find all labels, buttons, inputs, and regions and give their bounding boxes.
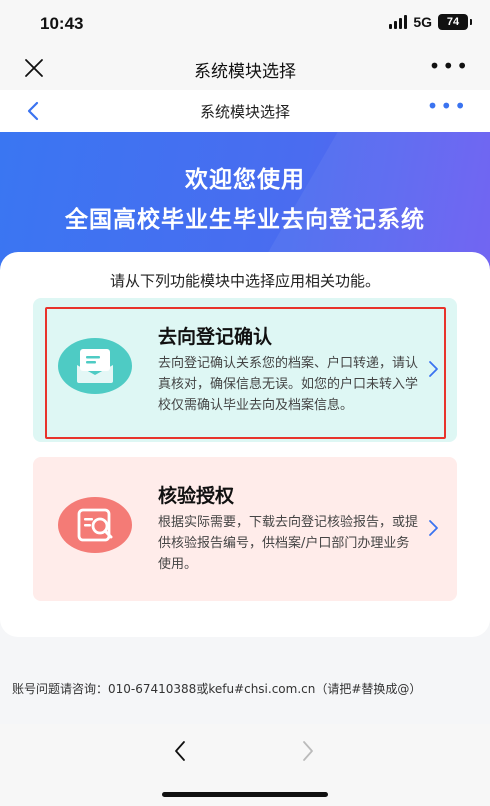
- status-time: 10:43: [40, 14, 84, 33]
- signal-icon: [389, 15, 408, 29]
- module-description: 根据实际需要，下载去向登记核验报告，或提供核验报告编号，供档案/户口部门办理业务…: [158, 515, 419, 572]
- chevron-right-icon[interactable]: [301, 740, 315, 762]
- banner-greeting: 欢迎您使用: [185, 167, 305, 193]
- chevron-right-icon: [429, 520, 438, 536]
- more-icon[interactable]: •••: [427, 96, 468, 116]
- page-header: 系统模块选择 •••: [0, 90, 490, 132]
- battery-icon: 74: [438, 14, 472, 30]
- page-title: 系统模块选择: [199, 103, 290, 121]
- status-indicators: 5G 74: [389, 14, 472, 30]
- module-card: 请从下列功能模块中选择应用相关功能。 去向登记确认 去向登记确认关系您的档案、户…: [0, 252, 490, 637]
- banner-system-name: 全国高校毕业生毕业去向登记系统: [65, 207, 425, 233]
- module-verification-authorize[interactable]: 核验授权 根据实际需要，下载去向登记核验报告，或提供核验报告编号，供档案/户口部…: [33, 457, 457, 601]
- more-icon[interactable]: •••: [429, 56, 470, 76]
- home-indicator: [162, 792, 328, 797]
- welcome-banner: 欢迎您使用 全国高校毕业生毕业去向登记系统: [0, 132, 490, 272]
- module-description: 去向登记确认关系您的档案、户口转递，请认真核对，确保信息无误。如您的户口未转入学…: [158, 356, 419, 413]
- envelope-document-icon: [58, 338, 132, 394]
- app-nav-title: 系统模块选择: [194, 62, 296, 82]
- contact-info: 账号问题请咨询：010-67410388或kefu#chsi.com.cn（请把…: [12, 682, 422, 696]
- browser-toolbar: [0, 724, 490, 806]
- search-document-icon: [58, 497, 132, 553]
- module-registration-confirm[interactable]: 去向登记确认 去向登记确认关系您的档案、户口转递，请认真核对，确保信息无误。如您…: [33, 298, 457, 442]
- chevron-right-icon: [429, 361, 438, 377]
- module-title: 核验授权: [158, 485, 235, 507]
- network-label: 5G: [413, 14, 432, 30]
- app-nav-bar: 系统模块选择 •••: [0, 46, 490, 90]
- chevron-left-icon[interactable]: [173, 740, 187, 762]
- status-bar: 10:43 5G 74: [0, 0, 490, 46]
- intro-text: 请从下列功能模块中选择应用相关功能。: [109, 272, 380, 290]
- module-title: 去向登记确认: [158, 326, 273, 348]
